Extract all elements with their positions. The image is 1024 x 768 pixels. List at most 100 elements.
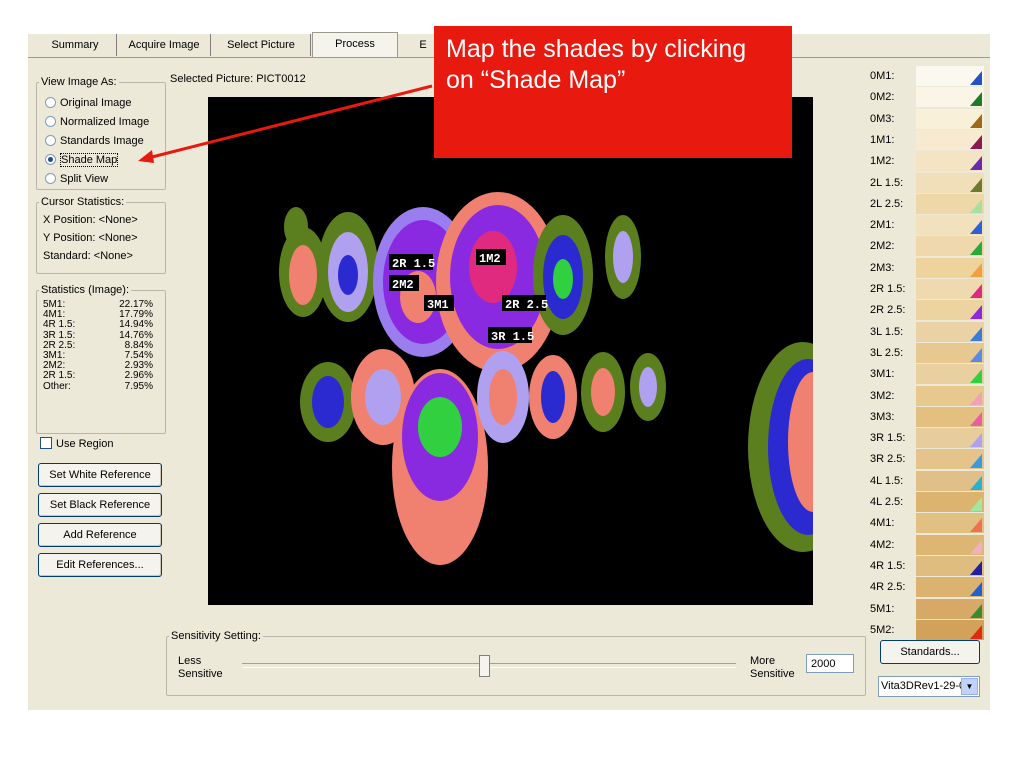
shade-color-marker-icon xyxy=(970,475,982,490)
shade-label: 2M2: xyxy=(870,240,895,253)
shade-color-marker-icon xyxy=(970,284,982,298)
shade-item[interactable]: 4M2: xyxy=(868,534,986,556)
shade-swatch xyxy=(916,449,984,470)
shade-item[interactable]: 4L 2.5: xyxy=(868,492,986,513)
shade-item[interactable]: 1M2: xyxy=(868,151,986,172)
shade-color-marker-icon xyxy=(970,326,982,341)
shade-label: 0M1: xyxy=(870,70,895,82)
shade-color-marker-icon xyxy=(970,411,982,426)
chevron-down-icon[interactable]: ▼ xyxy=(961,678,978,695)
shade-swatch xyxy=(916,236,984,257)
shade-item[interactable]: 2R 2.5: xyxy=(868,300,986,321)
shade-swatch xyxy=(916,555,984,576)
shade-color-marker-icon xyxy=(970,603,982,618)
shade-swatch xyxy=(916,598,984,619)
shade-label: 3R 1.5: xyxy=(870,432,906,445)
standards-button[interactable]: Standards... xyxy=(880,640,980,664)
shade-swatch xyxy=(916,300,984,321)
shade-item[interactable]: 0M2: xyxy=(868,87,986,108)
shade-swatch xyxy=(916,428,984,449)
shade-item[interactable]: 5M1: xyxy=(868,598,986,620)
shade-item[interactable]: 3L 1.5: xyxy=(868,321,986,343)
shade-label: 4M2: xyxy=(870,538,895,551)
shade-swatch xyxy=(916,577,984,598)
shade-color-marker-icon xyxy=(970,262,982,277)
shade-swatch xyxy=(916,470,984,491)
shade-swatch xyxy=(916,172,984,193)
shade-item[interactable]: 3L 2.5: xyxy=(868,342,986,364)
shade-label: 2R 2.5: xyxy=(870,304,906,317)
sensitivity-slider-thumb[interactable] xyxy=(479,655,491,677)
shade-item[interactable]: 3M2: xyxy=(868,385,986,407)
shade-label: 5M2: xyxy=(870,623,895,636)
shade-item[interactable]: 3R 1.5: xyxy=(868,428,986,449)
shade-swatch xyxy=(916,492,984,512)
shade-swatch xyxy=(916,513,984,534)
shade-swatch xyxy=(916,129,984,150)
shade-item[interactable]: 2L 1.5: xyxy=(868,172,986,194)
shade-item[interactable]: 4R 1.5: xyxy=(868,555,986,577)
shade-swatch xyxy=(916,87,984,108)
shade-item[interactable]: 3R 2.5: xyxy=(868,449,986,470)
shade-item[interactable]: 5M2: xyxy=(868,619,986,641)
shade-item[interactable]: 2M1: xyxy=(868,215,986,236)
shade-label: 4R 1.5: xyxy=(870,559,906,572)
standards-select[interactable]: Vita3DRev1-29-0 ▼ xyxy=(878,676,980,697)
shade-color-marker-icon xyxy=(970,433,982,448)
shade-item[interactable]: 2M2: xyxy=(868,236,986,257)
shade-swatch xyxy=(916,534,984,555)
shade-item[interactable]: 2L 2.5: xyxy=(868,193,986,215)
shade-label: 0M3: xyxy=(870,112,895,125)
shade-color-marker-icon xyxy=(970,497,982,511)
shade-color-marker-icon xyxy=(970,560,982,575)
standards-select-value: Vita3DRev1-29-0 xyxy=(881,680,963,692)
shade-label: 1M1: xyxy=(870,133,895,146)
shade-label: 3M3: xyxy=(870,410,895,423)
shade-color-marker-icon xyxy=(970,582,982,597)
shade-label: 0M2: xyxy=(870,91,895,104)
shade-label: 2M3: xyxy=(870,261,895,274)
shade-item[interactable]: 4M1: xyxy=(868,513,986,534)
shade-swatch xyxy=(916,151,984,172)
shade-color-marker-icon xyxy=(970,198,982,213)
shade-color-marker-icon xyxy=(970,518,982,533)
shade-item[interactable]: 4R 2.5: xyxy=(868,577,986,598)
shade-label: 3L 2.5: xyxy=(870,346,904,359)
shade-item[interactable]: 1M1: xyxy=(868,129,986,151)
shade-label: 3M2: xyxy=(870,389,895,402)
shade-label: 1M2: xyxy=(870,155,895,168)
shade-swatch xyxy=(916,108,984,129)
more-sensitive-label: Sensitive xyxy=(750,668,795,680)
shade-item[interactable]: 0M3: xyxy=(868,108,986,130)
shade-item[interactable]: 0M1: xyxy=(868,66,986,87)
shade-label: 5M1: xyxy=(870,602,895,615)
shade-swatch xyxy=(916,215,984,236)
shade-color-marker-icon xyxy=(970,113,982,128)
shade-label: 2L 1.5: xyxy=(870,176,904,189)
shade-item[interactable]: 3M1: xyxy=(868,364,986,385)
more-label: More xyxy=(750,655,776,667)
less-sensitive-label: Sensitive xyxy=(178,668,223,680)
shade-swatch xyxy=(916,385,984,406)
shade-item[interactable]: 2R 1.5: xyxy=(868,279,986,300)
shade-label: 4L 1.5: xyxy=(870,474,904,487)
instruction-callout: Map the shades by clicking on “Shade Map… xyxy=(434,26,792,158)
shade-color-marker-icon xyxy=(970,134,982,149)
shade-label: 4M1: xyxy=(870,517,895,530)
shade-label: 4L 2.5: xyxy=(870,496,904,508)
shade-color-marker-icon xyxy=(970,241,982,256)
shade-swatch xyxy=(916,321,984,342)
shade-item[interactable]: 2M3: xyxy=(868,257,986,279)
shade-swatch xyxy=(916,342,984,363)
sensitivity-value-input[interactable]: 2000 xyxy=(806,654,854,673)
shade-color-marker-icon xyxy=(970,177,982,192)
shade-color-marker-icon xyxy=(970,92,982,107)
shade-color-marker-icon xyxy=(970,369,982,384)
shade-item[interactable]: 3M3: xyxy=(868,406,986,428)
shade-label: 4R 2.5: xyxy=(870,581,906,594)
shade-swatch xyxy=(916,279,984,299)
shade-swatch xyxy=(916,406,984,427)
shade-swatch xyxy=(916,66,984,86)
shade-label: 2M1: xyxy=(870,219,895,232)
shade-item[interactable]: 4L 1.5: xyxy=(868,470,986,492)
